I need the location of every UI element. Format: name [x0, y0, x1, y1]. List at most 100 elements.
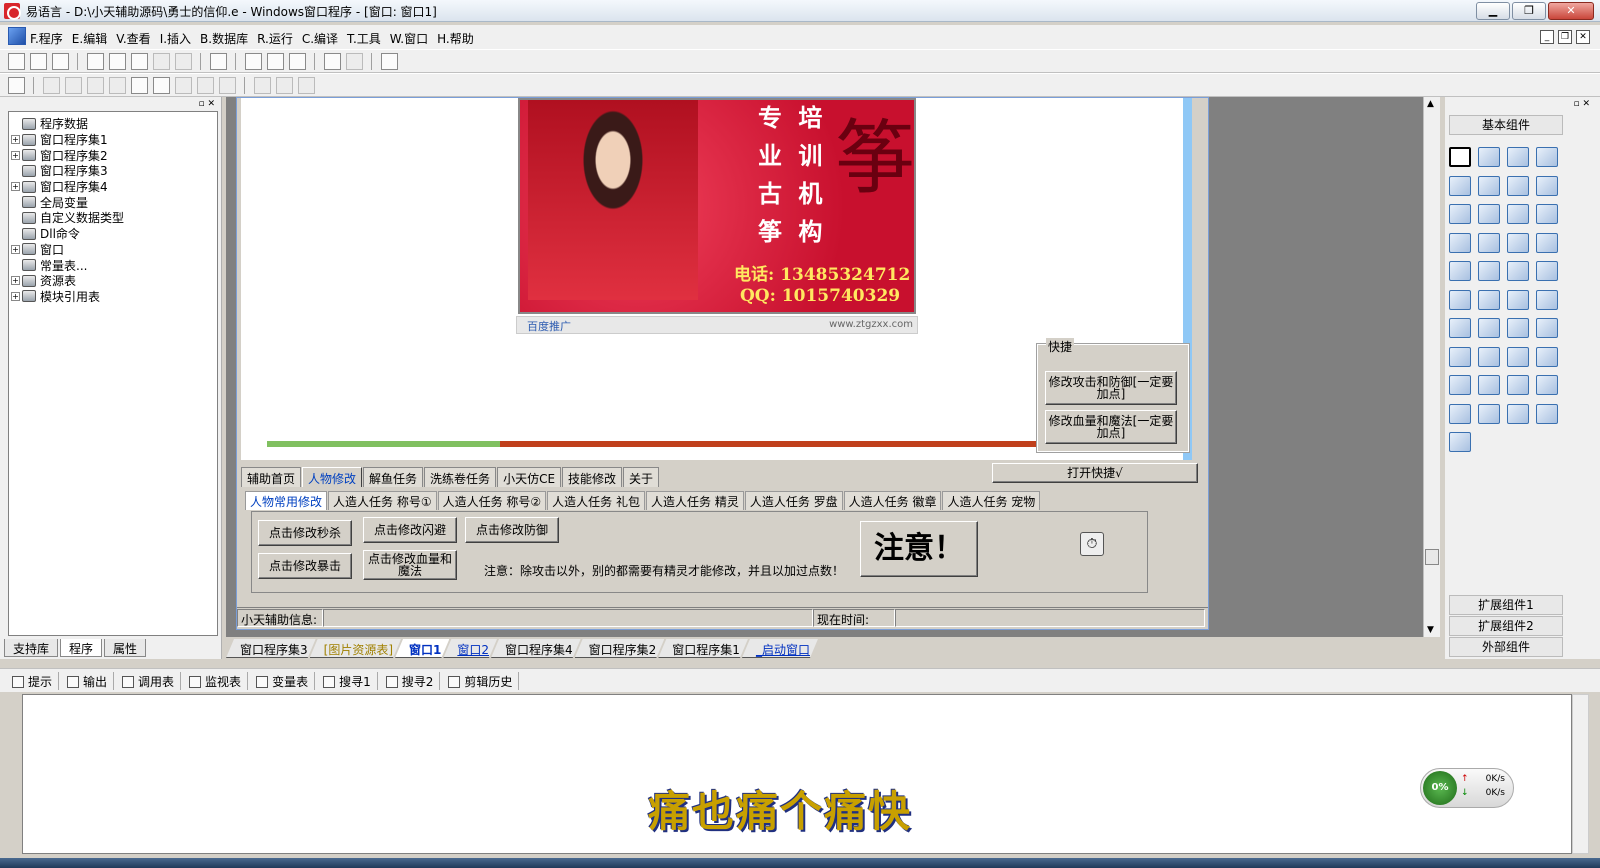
frame-component-icon[interactable]	[1478, 175, 1500, 196]
text-component-icon[interactable]	[1507, 175, 1529, 196]
output-scrollbar[interactable]	[1572, 694, 1589, 854]
output-tab[interactable]: 提示	[8, 672, 60, 690]
main-tab[interactable]: 人物修改	[302, 467, 363, 487]
panel-tab[interactable]: 支持库	[4, 639, 59, 657]
sub-tab[interactable]: 人造人任务 罗盘	[744, 491, 843, 510]
document-tab[interactable]: 窗口程序集2	[575, 639, 665, 658]
document-tab[interactable]: 窗口2	[443, 639, 497, 658]
scroll-component-icon[interactable]	[1478, 232, 1500, 253]
treeview-component-icon[interactable]	[1449, 318, 1471, 338]
tree-component-icon[interactable]	[1449, 375, 1471, 395]
edit-component-icon[interactable]	[1449, 175, 1471, 196]
tree-item[interactable]: 自定义数据类型	[11, 210, 215, 226]
redo-icon[interactable]	[175, 53, 192, 70]
calendar-component-icon[interactable]	[1536, 318, 1558, 338]
explorer-component-icon[interactable]	[1536, 346, 1558, 367]
mdi-close-button[interactable]: ✕	[1576, 30, 1590, 44]
paste-icon[interactable]	[131, 53, 148, 70]
tree-item[interactable]: + 资源表	[11, 273, 215, 289]
printer-component-icon[interactable]	[1478, 346, 1500, 367]
db-component-icon[interactable]	[1536, 403, 1558, 424]
pointer-component-icon[interactable]	[1449, 147, 1471, 167]
open-folder-icon[interactable]	[30, 53, 47, 70]
menu-item[interactable]: I.插入	[160, 30, 191, 47]
modify-instakill-button[interactable]: 点击修改秒杀	[258, 520, 352, 546]
earth-component-icon[interactable]	[1478, 318, 1500, 338]
calculator-icon[interactable]	[8, 77, 25, 94]
save-icon[interactable]	[52, 53, 69, 70]
run-icon[interactable]	[324, 53, 341, 70]
sub-tab[interactable]: 人物常用修改	[245, 491, 328, 510]
undo-icon[interactable]	[153, 53, 170, 70]
modify-attack-defense-button[interactable]: 修改攻击和防御[一定要加点]	[1045, 371, 1177, 405]
transfer-component-icon[interactable]	[1507, 346, 1529, 367]
designer-vscrollbar[interactable]: ▲ ▼	[1423, 97, 1440, 637]
align-left-icon[interactable]	[43, 77, 60, 94]
menu-component-icon[interactable]	[1449, 261, 1471, 281]
tree-expand-icon[interactable]: +	[11, 276, 20, 286]
tree-item[interactable]: + 窗口程序集4	[11, 179, 215, 195]
output-tab[interactable]: 调用表	[118, 672, 182, 690]
socket-component-icon[interactable]	[1507, 375, 1529, 395]
scroll-thumb[interactable]	[1425, 549, 1439, 565]
output-tab[interactable]: 搜寻2	[382, 672, 441, 690]
spread-vertical-icon[interactable]	[276, 77, 293, 94]
combo-component-icon[interactable]	[1478, 289, 1500, 310]
doc-component-icon[interactable]	[1536, 289, 1558, 310]
menu-item[interactable]: T.工具	[347, 30, 381, 47]
tree-item[interactable]: Dll命令	[11, 226, 215, 242]
external-components-header[interactable]: 外部组件	[1449, 637, 1563, 657]
checkbox-component-icon[interactable]	[1449, 204, 1471, 224]
panel-pin-icon[interactable]: ▫ ✕	[198, 99, 215, 109]
center-horizontal-icon[interactable]	[131, 77, 148, 94]
center-vertical-icon[interactable]	[153, 77, 170, 94]
output-tab[interactable]: 搜寻1	[319, 672, 378, 690]
grid-component-icon[interactable]	[1449, 232, 1471, 253]
stepper-component-icon[interactable]	[1507, 318, 1529, 338]
binoculars-icon[interactable]	[381, 53, 398, 70]
cut-icon[interactable]	[87, 53, 104, 70]
menu-item[interactable]: C.编译	[302, 30, 338, 47]
space-horizontal-icon[interactable]	[219, 77, 236, 94]
tree-item[interactable]: 全局变量	[11, 194, 215, 210]
sub-tab[interactable]: 人造人任务 礼包	[547, 491, 645, 510]
basic-components-header[interactable]: 基本组件	[1449, 115, 1563, 135]
spread-horizontal-icon[interactable]	[254, 77, 271, 94]
output-tab[interactable]: 输出	[63, 672, 115, 690]
modify-hp-mp-button[interactable]: 修改血量和魔法[一定要加点]	[1045, 410, 1177, 444]
network-speed-widget[interactable]: 0% ↑ ↓ 0K/s 0K/s	[1420, 768, 1514, 808]
document-tab[interactable]: [图片资源表]	[310, 639, 401, 658]
chart-component-icon[interactable]	[1507, 403, 1529, 424]
align-top-icon[interactable]	[87, 77, 104, 94]
tree-item[interactable]: + 窗口	[11, 242, 215, 258]
document-tab[interactable]: _启动窗口	[742, 639, 818, 658]
output-tab[interactable]: 监视表	[185, 672, 249, 690]
close-button[interactable]: ✕	[1548, 2, 1594, 20]
tree-item[interactable]: + 窗口程序集2	[11, 147, 215, 163]
tree-item[interactable]: 常量表...	[11, 257, 215, 273]
menu-item[interactable]: H.帮助	[437, 30, 474, 47]
layout-top-icon[interactable]	[267, 53, 284, 70]
toolbar-component-icon[interactable]	[1507, 261, 1529, 281]
main-tab[interactable]: 洗练卷任务	[424, 467, 497, 487]
grid-icon[interactable]	[298, 77, 315, 94]
same-height-icon[interactable]	[197, 77, 214, 94]
document-tab[interactable]: 窗口程序集3	[226, 639, 316, 658]
panel-tab[interactable]: 程序	[60, 639, 103, 657]
maximize-button[interactable]: ❐	[1512, 2, 1546, 20]
main-tab[interactable]: 技能修改	[562, 467, 623, 487]
bar-component-icon[interactable]	[1478, 375, 1500, 395]
panel-tab[interactable]: 属性	[104, 639, 147, 657]
ext-components1-header[interactable]: 扩展组件1	[1449, 595, 1563, 615]
list-component-icon[interactable]	[1507, 204, 1529, 224]
layout-left-icon[interactable]	[245, 53, 262, 70]
output-tab[interactable]: 变量表	[252, 672, 316, 690]
tree-item[interactable]: 窗口程序集3	[11, 163, 215, 179]
dip-component-icon[interactable]	[1507, 289, 1529, 310]
spin-component-icon[interactable]	[1536, 232, 1558, 253]
menu-item[interactable]: E.编辑	[72, 30, 107, 47]
menu-item[interactable]: R.运行	[257, 30, 293, 47]
tree-expand-icon[interactable]: +	[11, 150, 20, 160]
tree-expand-icon[interactable]: +	[11, 291, 20, 301]
sub-tab[interactable]: 人造人任务 徽章	[843, 491, 942, 510]
